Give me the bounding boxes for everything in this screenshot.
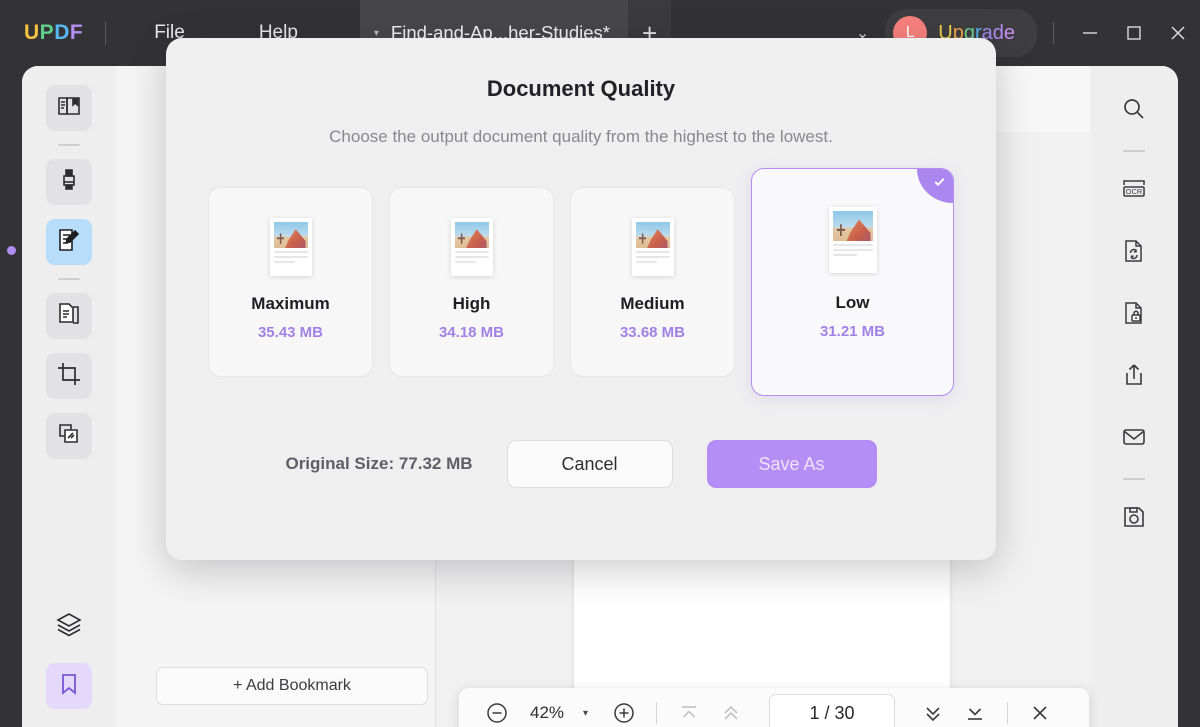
quality-option-low[interactable]: Low 31.21 MB [751,168,954,396]
quality-option-medium[interactable]: Medium 33.68 MB [570,187,735,377]
thumbnail-text-line [636,256,670,258]
dialog-subtitle: Choose the output document quality from … [166,127,996,147]
save-as-button[interactable]: Save As [707,440,877,488]
thumbnail-text-line [833,254,858,256]
thumbnail-text-line [636,251,670,253]
quality-label: High [453,294,491,314]
thumbnail-text-line [274,256,308,258]
quality-option-high[interactable]: High 34.18 MB [389,187,554,377]
document-thumbnail-icon [632,218,674,276]
quality-size: 31.21 MB [820,323,885,340]
thumbnail-text-line [455,261,476,263]
dialog-title: Document Quality [166,76,996,102]
thumbnail-image [455,222,489,248]
quality-label: Low [836,293,870,313]
quality-label: Maximum [251,294,329,314]
thumbnail-image [274,222,308,248]
thumbnail-text-line [833,244,873,246]
thumbnail-text-line [833,249,873,251]
modal-overlay: Document Quality Choose the output docum… [0,0,1200,727]
document-thumbnail-icon [270,218,312,276]
original-size-label: Original Size: 77.32 MB [285,454,472,474]
thumbnail-text-line [455,251,489,253]
thumbnail-text-line [274,261,295,263]
updf-application-window: U P D F File Help ▾ Find-and-Ap...her-St… [0,0,1200,727]
document-quality-dialog: Document Quality Choose the output docum… [166,38,996,560]
quality-size: 34.18 MB [439,324,504,341]
quality-option-maximum[interactable]: Maximum 35.43 MB [208,187,373,377]
thumbnail-text-line [274,251,308,253]
cancel-button[interactable]: Cancel [507,440,673,488]
thumbnail-image [833,211,873,241]
quality-label: Medium [620,294,684,314]
document-thumbnail-icon [829,207,877,273]
dialog-footer: Original Size: 77.32 MB Cancel Save As [166,440,996,488]
quality-options-list: Maximum 35.43 MB High 34.18 MB [166,187,996,396]
document-thumbnail-icon [451,218,493,276]
quality-size: 33.68 MB [620,324,685,341]
quality-size: 35.43 MB [258,324,323,341]
thumbnail-text-line [636,261,657,263]
selected-check-icon [917,169,953,203]
thumbnail-text-line [455,256,489,258]
thumbnail-image [636,222,670,248]
